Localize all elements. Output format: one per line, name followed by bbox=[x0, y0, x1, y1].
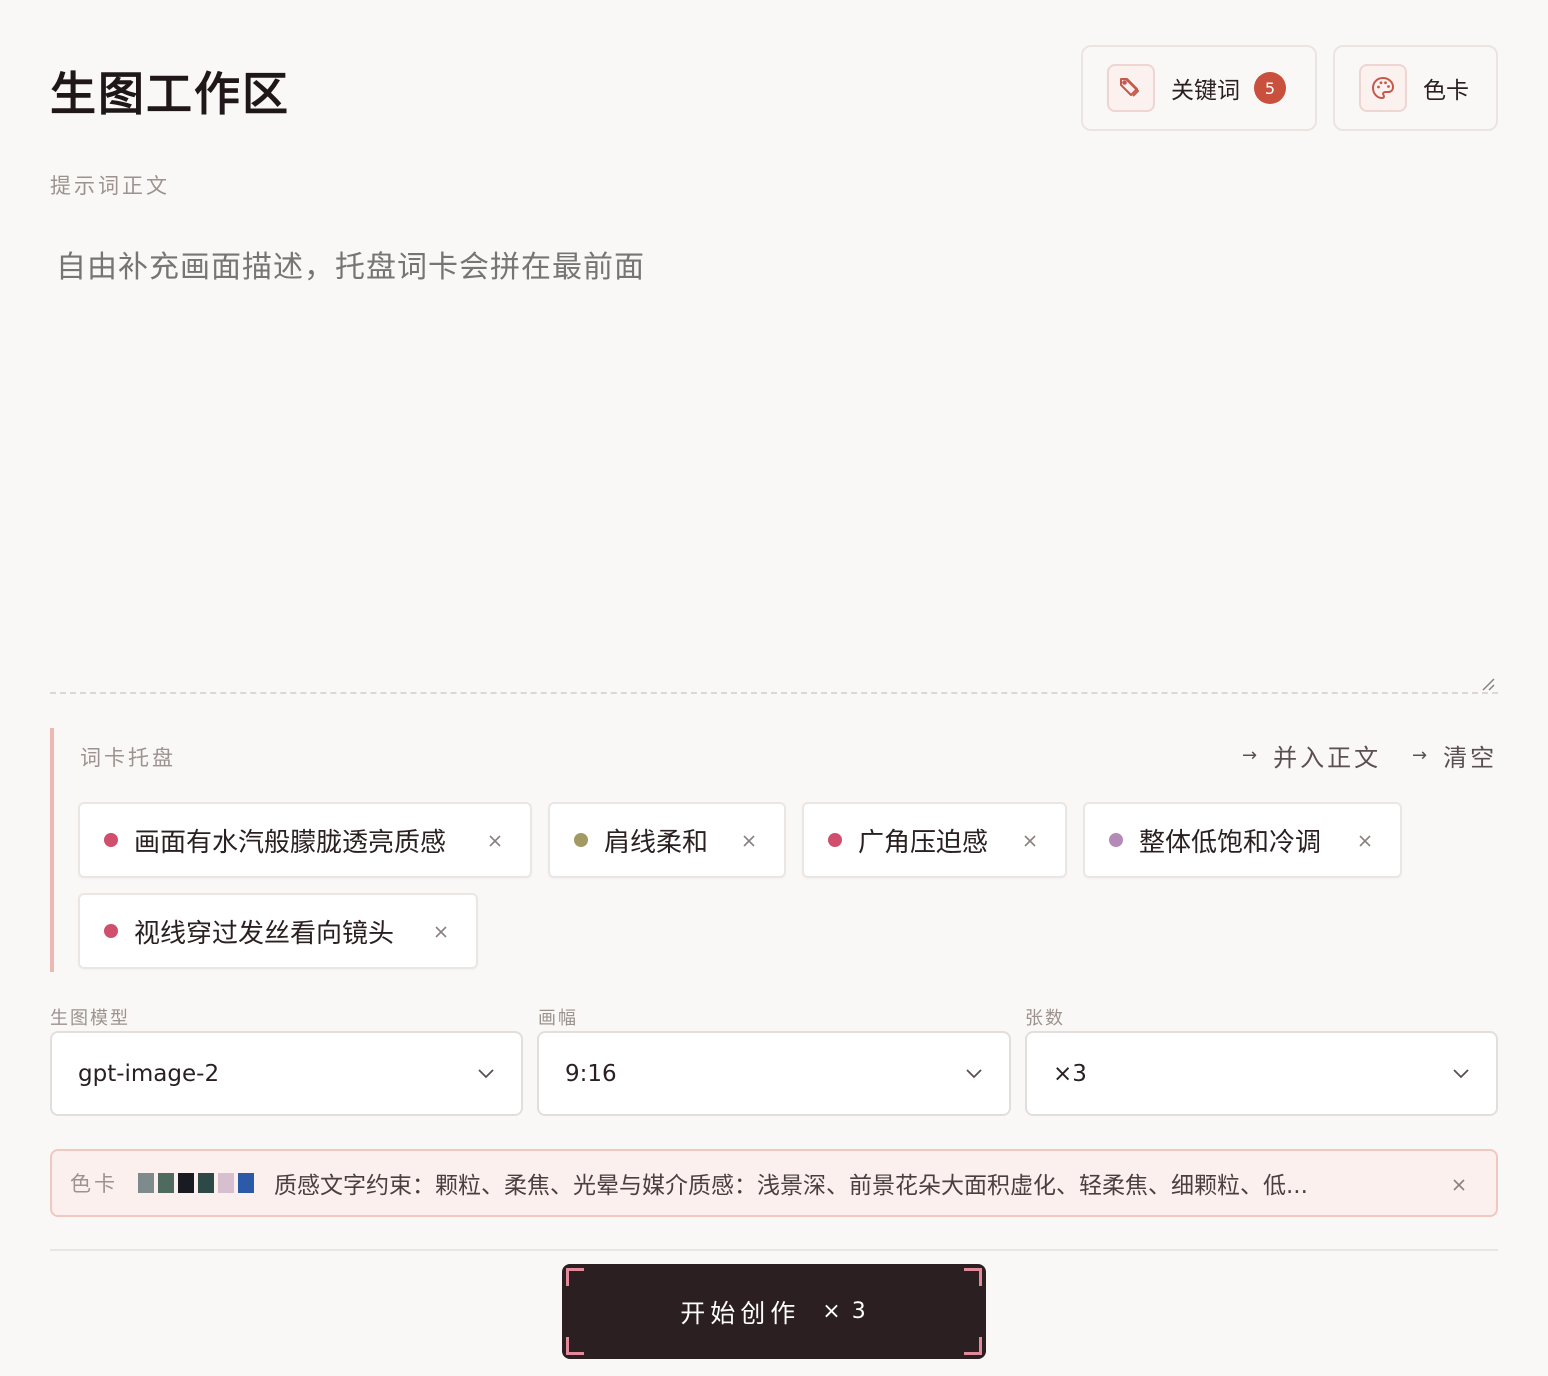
count-label: 张数 bbox=[1025, 1008, 1065, 1029]
color-card-label: 色卡 bbox=[1423, 78, 1469, 104]
chip-text: 广角压迫感 bbox=[858, 827, 989, 858]
tray-chip[interactable]: 视线穿过发丝看向镜头 bbox=[78, 893, 478, 969]
prompt-label: 提示词正文 bbox=[50, 174, 170, 198]
corner-bracket bbox=[964, 1337, 982, 1355]
color-card-strip[interactable]: 色卡 质感文字约束：颗粒、柔焦、光晕与媒介质感：浅景深、前景花朵大面积虚化、轻柔… bbox=[50, 1149, 1498, 1217]
model-value: gpt-image-2 bbox=[78, 1060, 220, 1087]
color-swatch bbox=[138, 1173, 154, 1193]
arrow-right-icon: → bbox=[1412, 745, 1428, 766]
color-swatches bbox=[138, 1173, 254, 1193]
corner-bracket bbox=[566, 1337, 584, 1355]
color-swatch bbox=[178, 1173, 194, 1193]
divider bbox=[50, 1249, 1498, 1251]
tag-icon bbox=[1107, 64, 1155, 112]
close-icon[interactable] bbox=[1023, 834, 1037, 848]
clear-tray-button[interactable]: → 清空 bbox=[1412, 738, 1497, 773]
keywords-label: 关键词 bbox=[1171, 78, 1240, 104]
chip-text: 整体低饱和冷调 bbox=[1139, 827, 1322, 858]
start-multiplier: × 3 bbox=[822, 1299, 868, 1324]
start-create-button[interactable]: 开始创作 × 3 bbox=[562, 1264, 986, 1359]
chip-dot bbox=[1109, 833, 1123, 847]
tray-chip[interactable]: 肩线柔和 bbox=[548, 802, 786, 878]
tray-chip[interactable]: 广角压迫感 bbox=[802, 802, 1067, 878]
chip-dot bbox=[574, 833, 588, 847]
corner-bracket bbox=[964, 1268, 982, 1286]
close-icon[interactable] bbox=[1358, 834, 1372, 848]
chevron-down-icon bbox=[966, 1069, 982, 1079]
chevron-down-icon bbox=[478, 1069, 494, 1079]
chip-dot bbox=[104, 833, 118, 847]
merge-label: 并入正文 bbox=[1273, 744, 1382, 772]
chevron-down-icon bbox=[1453, 1069, 1469, 1079]
chip-text: 画面有水汽般朦胧透亮质感 bbox=[134, 827, 447, 858]
color-swatch bbox=[218, 1173, 234, 1193]
color-card-button[interactable]: 色卡 bbox=[1333, 45, 1498, 131]
arrow-right-icon: → bbox=[1242, 745, 1258, 766]
clear-label: 清空 bbox=[1443, 744, 1498, 772]
ratio-value: 9:16 bbox=[565, 1060, 617, 1087]
color-card-strip-label: 色卡 bbox=[70, 1172, 118, 1196]
corner-bracket bbox=[566, 1268, 584, 1286]
tray-title: 词卡托盘 bbox=[80, 746, 176, 770]
card-tray: 词卡托盘 → 并入正文 → 清空 画面有水汽般朦胧透亮质感 肩线柔和 广角压迫感… bbox=[50, 728, 1498, 972]
prompt-textarea[interactable] bbox=[50, 222, 1498, 694]
keywords-count-badge: 5 bbox=[1254, 72, 1286, 104]
close-icon[interactable] bbox=[488, 834, 502, 848]
close-icon[interactable] bbox=[434, 925, 448, 939]
resize-handle-icon[interactable] bbox=[1480, 676, 1496, 692]
start-label: 开始创作 bbox=[680, 1298, 801, 1328]
merge-into-prompt-button[interactable]: → 并入正文 bbox=[1242, 738, 1381, 773]
model-label: 生图模型 bbox=[50, 1008, 130, 1029]
close-icon[interactable] bbox=[742, 834, 756, 848]
page-title: 生图工作区 bbox=[50, 67, 290, 121]
model-select[interactable]: gpt-image-2 bbox=[50, 1031, 523, 1116]
keywords-button[interactable]: 关键词 5 bbox=[1081, 45, 1317, 131]
palette-icon bbox=[1359, 64, 1407, 112]
color-card-text: 质感文字约束：颗粒、柔焦、光晕与媒介质感：浅景深、前景花朵大面积虚化、轻柔焦、细… bbox=[274, 1173, 1308, 1199]
tray-chip[interactable]: 画面有水汽般朦胧透亮质感 bbox=[78, 802, 532, 878]
ratio-select[interactable]: 9:16 bbox=[537, 1031, 1011, 1116]
chip-dot bbox=[104, 924, 118, 938]
chip-text: 肩线柔和 bbox=[604, 827, 709, 858]
workspace-page: 生图工作区 关键词 5 色卡 提示词正文 词卡托盘 bbox=[0, 0, 1548, 1376]
count-select[interactable]: ×3 bbox=[1025, 1031, 1498, 1116]
color-swatch bbox=[158, 1173, 174, 1193]
tray-chip[interactable]: 整体低饱和冷调 bbox=[1083, 802, 1402, 878]
close-icon[interactable] bbox=[1452, 1178, 1466, 1192]
chip-dot bbox=[828, 833, 842, 847]
color-swatch bbox=[238, 1173, 254, 1193]
ratio-label: 画幅 bbox=[538, 1008, 578, 1029]
chip-text: 视线穿过发丝看向镜头 bbox=[134, 918, 395, 949]
color-swatch bbox=[198, 1173, 214, 1193]
count-value: ×3 bbox=[1053, 1060, 1087, 1087]
